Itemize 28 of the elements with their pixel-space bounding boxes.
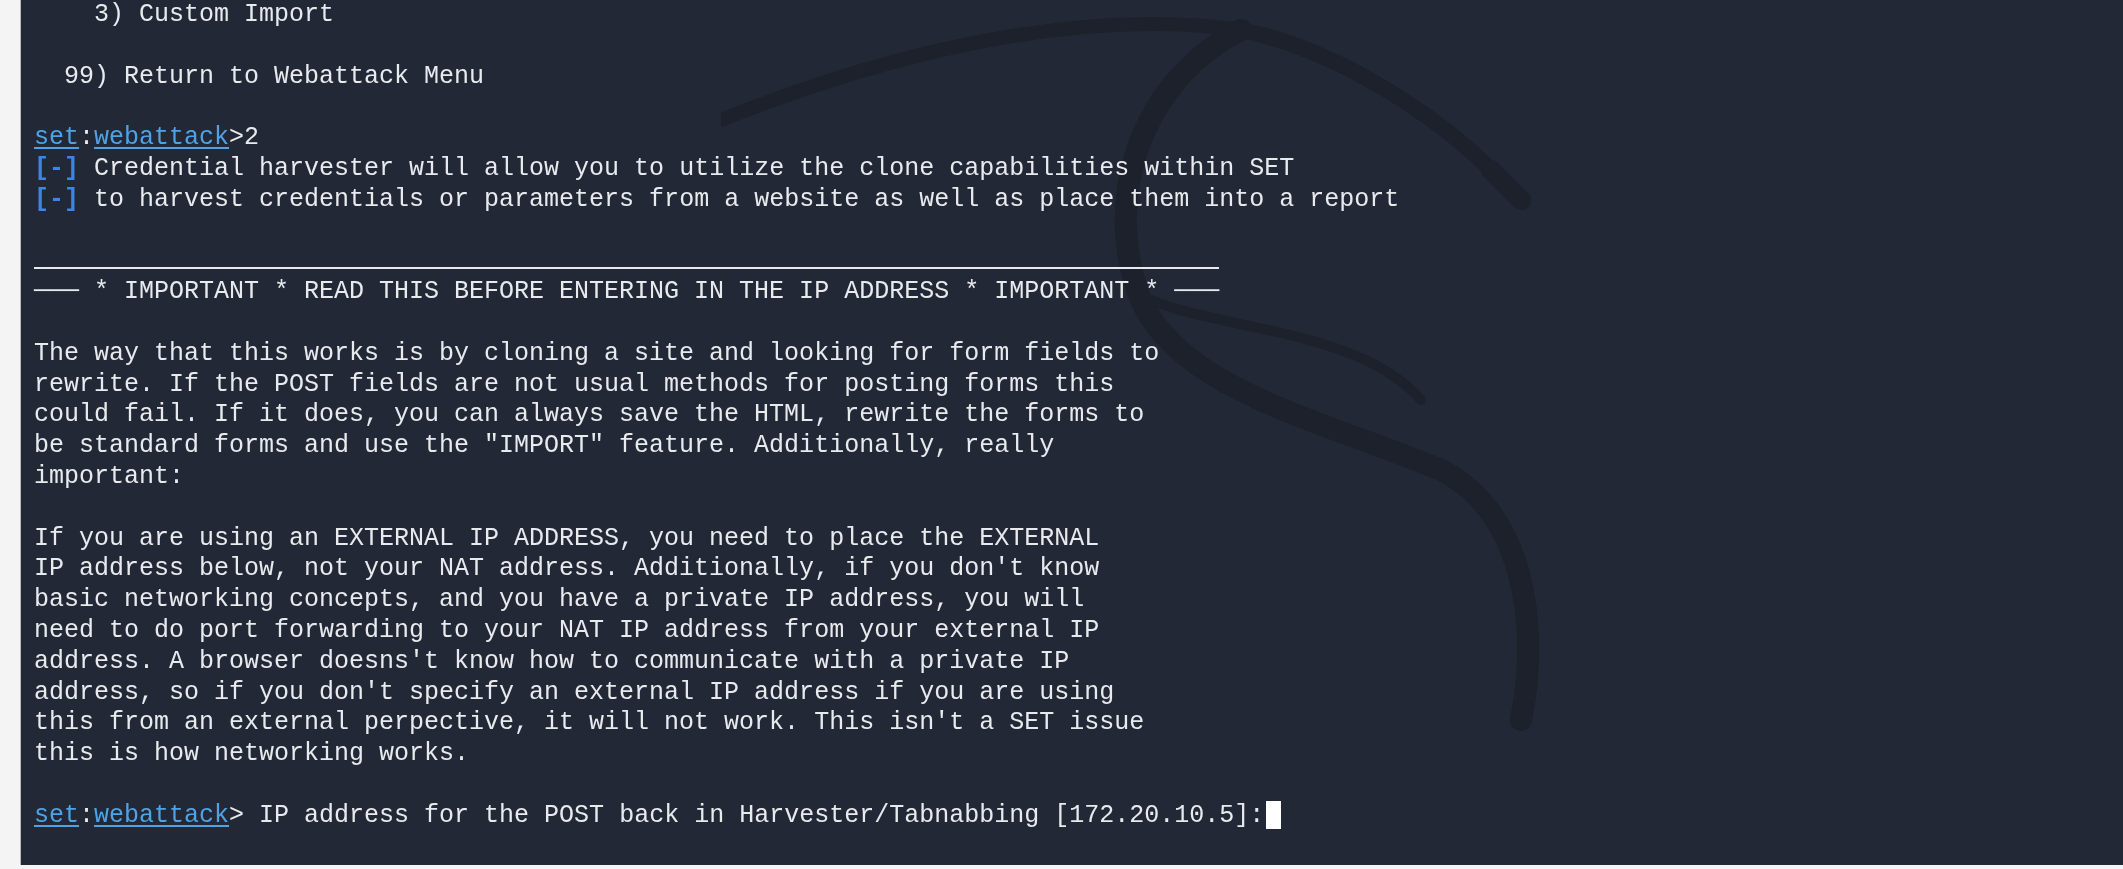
prompt-host: set (34, 800, 79, 830)
command-text: > IP address for the POST back in Harvester/Tabnabbing [172.20.10.5]: (229, 800, 1265, 830)
terminal-line: The way that this works is by cloning a site and looking for form fields to (34, 338, 1160, 368)
terminal-line: Credential harvester will allow you to utilize the clone capabilities within SET (94, 154, 1295, 183)
terminal-line: this from an external perpective, it will not work. This isn't a SET issue (34, 708, 1145, 738)
terminal-line: If you are using an EXTERNAL IP ADDRESS, you need to place the EXTERNAL (34, 523, 1100, 553)
prompt-module: webattack (94, 123, 230, 153)
terminal-line: need to do port forwarding to your NAT IP address from your external IP (34, 615, 1100, 645)
terminal-line: address. A browser doesns't know how to communicate with a private IP (34, 646, 1070, 676)
terminal-line: IP address below, not your NAT address. Additionally, if you don't know (34, 554, 1100, 584)
terminal-line: to harvest credentials or parameters from a website as well as place them into a report (94, 184, 1400, 214)
terminal-line: be standard forms and use the "IMPORT" feature. Additionally, really (34, 431, 1055, 461)
terminal-line: could fail. If it does, you can always save the HTML, rewrite the forms to (34, 400, 1145, 430)
prompt-module: webattack (94, 800, 230, 830)
prompt-host: set (34, 123, 79, 153)
terminal-line: important: (34, 461, 185, 491)
terminal-line: 3) Custom Import (93, 0, 335, 29)
terminal-line: basic networking concepts, and you have a private IP address, you will (34, 585, 1085, 615)
terminal-line: ─── * IMPORTANT * READ THIS BEFORE ENTERING IN THE IP ADDRESS * IMPORTANT * ─── (34, 277, 1220, 307)
info-marker: [-] (34, 154, 79, 183)
command-text: >2 (229, 123, 260, 153)
prompt-separator: : (79, 800, 95, 830)
info-marker: [-] (34, 184, 79, 214)
prompt-separator: : (79, 123, 95, 153)
terminal-line: rewrite. If the POST fields are not usual methods for posting forms this (34, 369, 1115, 399)
terminal-line: this is how networking works. (34, 739, 470, 769)
terminal-line: 99) Return to Webattack Menu (63, 61, 485, 91)
terminal-line: address, so if you don't specify an external IP address if you are using (34, 677, 1115, 707)
